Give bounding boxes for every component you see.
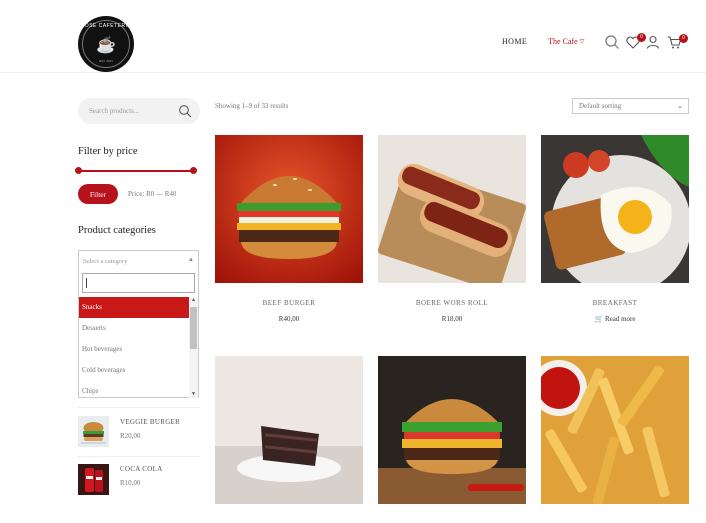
boere-wors-roll-image[interactable] bbox=[378, 135, 526, 283]
sort-select[interactable]: Default sorting ⌄ bbox=[572, 98, 689, 114]
logo-subtext: EST. 2021 bbox=[99, 59, 113, 63]
price-range-label: Price: R0 — R40 bbox=[128, 190, 177, 198]
product-card[interactable] bbox=[378, 356, 526, 504]
category-option-cold-beverages[interactable]: Cold beverages bbox=[79, 360, 189, 381]
product-card[interactable]: BOERE WORS ROLL R18,00 bbox=[378, 135, 526, 323]
scroll-down-arrow-icon[interactable]: ▼ bbox=[191, 392, 196, 397]
result-count: Showing 1–9 of 33 results bbox=[215, 102, 289, 110]
nav-the-cafe[interactable]: The Cafe bbox=[548, 37, 578, 46]
product-search-input[interactable]: Search products... bbox=[78, 98, 200, 124]
beef-burger-image[interactable] bbox=[215, 135, 363, 283]
product-card[interactable] bbox=[215, 356, 363, 504]
scrollbar-thumb[interactable] bbox=[190, 307, 197, 349]
nav-home[interactable]: HOME bbox=[502, 37, 527, 46]
category-option-snacks[interactable]: Snacks bbox=[79, 297, 189, 318]
product-name[interactable]: BREAKFAST bbox=[541, 299, 689, 307]
category-search-field[interactable] bbox=[82, 273, 195, 293]
category-option-chips[interactable]: Chips bbox=[79, 381, 189, 402]
recent-product-name[interactable]: COCA COLA bbox=[120, 465, 163, 473]
search-placeholder: Search products... bbox=[89, 107, 140, 115]
search-icon[interactable] bbox=[178, 104, 192, 118]
chevron-up-icon: ▲ bbox=[188, 257, 194, 263]
sidebar-divider bbox=[78, 407, 200, 408]
breakfast-image[interactable] bbox=[541, 135, 689, 283]
sidebar-divider bbox=[78, 456, 200, 457]
sort-select-value: Default sorting bbox=[579, 102, 622, 110]
product-card[interactable]: BEEF BURGER R40,00 bbox=[215, 135, 363, 323]
chevron-down-icon: ⌄ bbox=[677, 102, 683, 110]
cart-icon: 🛒 bbox=[594, 315, 604, 323]
read-more-label: Read more bbox=[604, 315, 636, 323]
chevron-down-icon[interactable]: ▽ bbox=[580, 38, 585, 45]
category-option-hot-beverages[interactable]: Hot beverages bbox=[79, 339, 189, 360]
category-select[interactable]: Select a category ▲ Snacks Desserts Hot … bbox=[78, 250, 199, 398]
header-divider bbox=[0, 72, 706, 73]
category-options-list: Snacks Desserts Hot beverages Cold bever… bbox=[79, 297, 189, 402]
scroll-up-arrow-icon[interactable]: ▲ bbox=[191, 298, 196, 303]
product-card[interactable] bbox=[541, 356, 689, 504]
site-logo[interactable]: ROSE CAFETERIA ☕ EST. 2021 bbox=[78, 16, 134, 72]
product-card[interactable]: BREAKFAST 🛒 Read more bbox=[541, 135, 689, 323]
category-select-value: Select a category bbox=[83, 258, 128, 265]
price-slider-max-handle[interactable] bbox=[190, 167, 197, 174]
veggie-burger-thumbnail[interactable] bbox=[78, 416, 109, 447]
filter-by-price-heading: Filter by price bbox=[78, 146, 138, 157]
product-categories-heading: Product categories bbox=[78, 225, 156, 236]
category-option-desserts[interactable]: Desserts bbox=[79, 318, 189, 339]
text-caret bbox=[86, 278, 87, 288]
coffee-cup-icon: ☕ bbox=[96, 37, 116, 54]
read-more-button[interactable]: 🛒 Read more bbox=[541, 315, 689, 323]
user-account-icon[interactable] bbox=[645, 34, 661, 50]
search-icon[interactable] bbox=[604, 34, 620, 50]
burger-image[interactable] bbox=[378, 356, 526, 504]
logo-text: ROSE CAFETERIA bbox=[80, 23, 132, 29]
filter-button[interactable]: Filter bbox=[78, 184, 118, 204]
price-slider-track[interactable] bbox=[78, 170, 194, 172]
category-list-scrollbar[interactable]: ▲ ▼ bbox=[189, 297, 198, 398]
coca-cola-thumbnail[interactable] bbox=[78, 464, 109, 495]
product-name[interactable]: BOERE WORS ROLL bbox=[378, 299, 526, 307]
cart-count-badge: 0 bbox=[679, 34, 688, 43]
recent-product-price: R10,00 bbox=[120, 479, 141, 487]
product-name[interactable]: BEEF BURGER bbox=[215, 299, 363, 307]
product-price: R18,00 bbox=[441, 315, 463, 323]
main-nav: HOME The Cafe ▽ bbox=[502, 37, 584, 46]
chips-image[interactable] bbox=[541, 356, 689, 504]
chocolate-cake-image[interactable] bbox=[215, 356, 363, 504]
price-slider-min-handle[interactable] bbox=[75, 167, 82, 174]
recent-product-price: R20,00 bbox=[120, 432, 141, 440]
product-price: R40,00 bbox=[278, 315, 300, 323]
recent-product-name[interactable]: VEGGIE BURGER bbox=[120, 418, 180, 426]
